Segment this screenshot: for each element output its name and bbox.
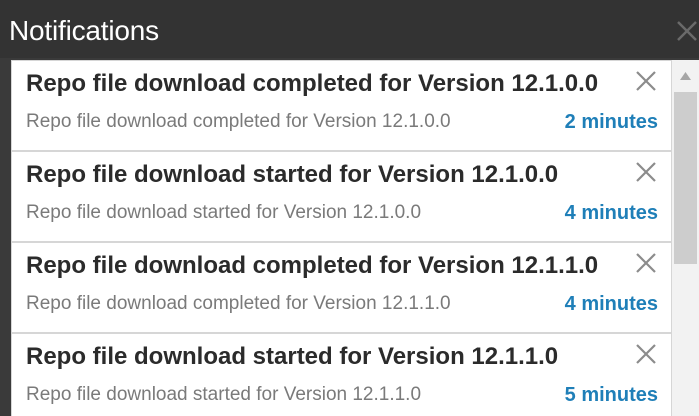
notification-item[interactable]: Repo file download completed for Version… [11,242,672,333]
close-icon[interactable] [632,67,660,95]
notification-message: Repo file download started for Version 1… [26,384,422,405]
notification-title: Repo file download started for Version 1… [26,343,559,370]
notification-message: Repo file download started for Version 1… [26,202,422,223]
notification-title: Repo file download started for Version 1… [26,161,559,188]
notification-time: 2 minutes [564,111,658,133]
close-icon[interactable] [632,158,660,186]
dismiss-notification-button[interactable] [632,249,660,277]
notification-item[interactable]: Repo file download completed for Version… [11,60,672,151]
dismiss-notification-button[interactable] [632,158,660,186]
notification-message: Repo file download completed for Version… [26,111,451,132]
dismiss-notification-button[interactable] [632,340,660,368]
scroll-up-arrow[interactable] [672,60,699,90]
close-icon[interactable] [672,16,699,46]
notifications-panel: Notifications Repo file download complet… [0,0,699,416]
panel-header: Notifications [0,0,699,58]
close-icon[interactable] [632,249,660,277]
notification-message: Repo file download completed for Version… [26,293,451,314]
dismiss-notification-button[interactable] [632,67,660,95]
scrollbar-thumb[interactable] [674,92,697,264]
notification-item[interactable]: Repo file download started for Version 1… [11,151,672,242]
notification-title: Repo file download completed for Version… [26,70,599,97]
close-icon[interactable] [632,340,660,368]
triangle-up-icon[interactable] [672,60,699,90]
notification-list: Repo file download completed for Version… [11,60,672,416]
notification-title: Repo file download completed for Version… [26,252,599,279]
notification-time: 4 minutes [564,293,658,315]
notification-item[interactable]: Repo file download started for Version 1… [11,333,672,416]
notification-time: 5 minutes [564,384,658,406]
notification-time: 4 minutes [564,202,658,224]
panel-title: Notifications [9,15,159,46]
vertical-scrollbar[interactable] [672,60,699,416]
close-icon[interactable] [672,16,699,46]
